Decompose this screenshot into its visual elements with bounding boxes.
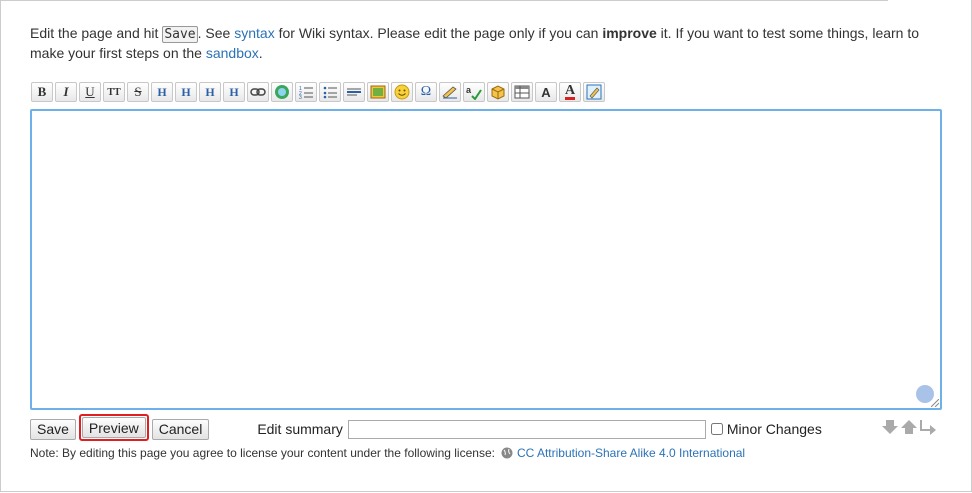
edit-intro: Edit the page and hit Save. See syntax f…	[30, 24, 930, 63]
font-size-icon: A	[541, 84, 551, 100]
editor-toolbar: B I U TT S H H H H 123 Ω a A A	[31, 82, 605, 102]
bold-button[interactable]: B	[31, 82, 53, 102]
horizontal-rule-button[interactable]	[343, 82, 365, 102]
smiley-button[interactable]	[391, 82, 413, 102]
save-key: Save	[162, 26, 198, 43]
syntax-link[interactable]: syntax	[234, 25, 274, 41]
intro-text: for Wiki syntax. Please edit the page on…	[274, 25, 603, 41]
italic-icon: I	[63, 84, 69, 99]
headline-higher-icon: H	[205, 84, 215, 99]
special-chars-icon: Ω	[420, 84, 432, 99]
table-button[interactable]	[511, 82, 533, 102]
underline-icon: U	[85, 84, 95, 99]
signature-button[interactable]	[439, 82, 461, 102]
plugin-box-button[interactable]	[487, 82, 509, 102]
headline-same-level-icon: H	[157, 84, 167, 99]
italic-button[interactable]: I	[55, 82, 77, 102]
svg-text:a: a	[466, 85, 472, 95]
globe-icon	[501, 447, 513, 459]
resize-arrows	[882, 419, 938, 435]
cancel-button[interactable]: Cancel	[151, 418, 210, 440]
minor-changes-toggle[interactable]: Minor Changes	[710, 421, 822, 437]
external-link-icon	[275, 85, 289, 99]
sandbox-link[interactable]: sandbox	[206, 45, 259, 61]
arrow-down-icon[interactable]	[882, 419, 900, 435]
wrap-toggle-icon[interactable]	[920, 419, 938, 435]
unordered-list-icon	[323, 86, 337, 99]
license-link[interactable]: CC Attribution-Share Alike 4.0 Internati…	[517, 446, 745, 460]
spell-check-button[interactable]: a	[463, 82, 485, 102]
link-button[interactable]	[247, 82, 269, 102]
arrow-up-icon[interactable]	[901, 419, 919, 435]
monospace-icon: TT	[107, 86, 121, 98]
preview-highlight: Preview	[78, 414, 149, 441]
license-note: Note: By editing this page you agree to …	[30, 446, 745, 460]
image-button[interactable]	[367, 82, 389, 102]
intro-text: .	[258, 45, 263, 61]
headline-menu-icon: H	[229, 84, 239, 99]
horizontal-rule-icon	[347, 88, 361, 96]
monospace-button[interactable]: TT	[103, 82, 125, 102]
strikethrough-button[interactable]: S	[127, 82, 149, 102]
edit-note-icon	[586, 84, 602, 100]
minor-changes-checkbox[interactable]	[710, 423, 723, 435]
underline-button[interactable]: U	[79, 82, 101, 102]
headline-lower-button[interactable]: H	[175, 82, 197, 102]
font-color-button[interactable]: A	[559, 82, 581, 102]
intro-text: . See	[197, 25, 235, 41]
unordered-list-button[interactable]	[319, 82, 341, 102]
font-size-button[interactable]: A	[535, 82, 557, 102]
headline-higher-button[interactable]: H	[199, 82, 221, 102]
edit-actions: Save Preview Cancel Edit summary Minor C…	[30, 414, 822, 441]
ordered-list-icon: 123	[299, 86, 313, 99]
font-color-icon: A	[564, 83, 576, 100]
headline-menu-button[interactable]: H	[223, 82, 245, 102]
signature-icon	[442, 86, 457, 99]
headline-lower-icon: H	[181, 84, 191, 99]
smiley-icon	[394, 84, 410, 100]
top-divider	[0, 0, 888, 1]
table-icon	[514, 85, 530, 99]
license-note-text: Note: By editing this page you agree to …	[30, 446, 495, 460]
special-chars-button[interactable]: Ω	[415, 82, 437, 102]
resize-handle-icon[interactable]	[931, 399, 939, 407]
external-link-button[interactable]	[271, 82, 293, 102]
image-icon	[370, 85, 386, 99]
preview-button[interactable]: Preview	[81, 417, 146, 438]
strikethrough-icon: S	[134, 84, 142, 99]
plugin-box-icon	[491, 85, 505, 100]
intro-text: Edit the page and hit	[30, 25, 163, 41]
minor-changes-label: Minor Changes	[726, 421, 822, 437]
bold-icon: B	[37, 84, 47, 99]
headline-same-button[interactable]: H	[151, 82, 173, 102]
wiki-text-editor[interactable]	[30, 109, 942, 410]
wiki-text-area[interactable]	[32, 111, 940, 408]
improve-text: improve	[602, 25, 657, 41]
link-icon	[250, 88, 266, 96]
edit-summary-label: Edit summary	[257, 421, 343, 437]
save-button[interactable]: Save	[30, 418, 76, 440]
svg-text:3: 3	[299, 95, 302, 99]
edit-note-button[interactable]	[583, 82, 605, 102]
edit-summary-input[interactable]	[347, 419, 706, 439]
spell-check-icon: a	[466, 85, 482, 100]
ordered-list-button[interactable]: 123	[295, 82, 317, 102]
